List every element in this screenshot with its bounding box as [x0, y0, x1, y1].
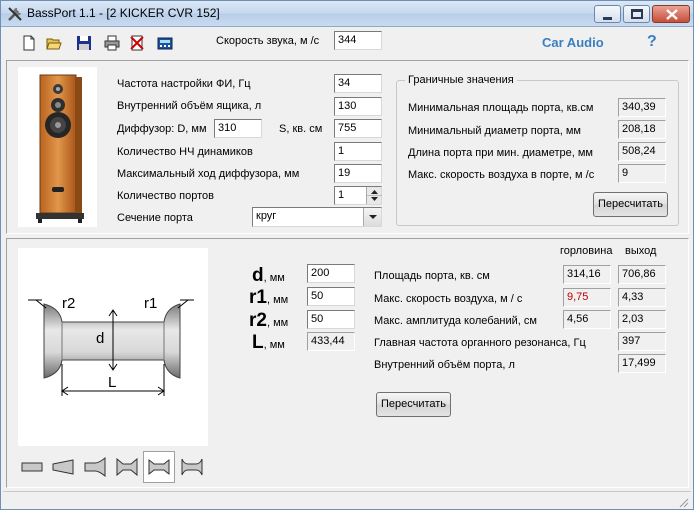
- diffuser-d-label: Диффузор: D, мм: [117, 123, 207, 135]
- box-volume-input[interactable]: 130: [334, 97, 382, 116]
- max-air-speed-value: 9: [618, 164, 666, 183]
- straight-port-icon[interactable]: [18, 454, 46, 480]
- resize-grip-icon[interactable]: [677, 496, 689, 508]
- l-symbol-text: L: [252, 332, 264, 353]
- resonance-label: Главная частота органного резонанса, Гц: [374, 337, 586, 349]
- port-section-dropdown-button[interactable]: [363, 208, 381, 226]
- port-volume-label: Внутренний объём порта, л: [374, 359, 515, 371]
- save-disk-icon[interactable]: [76, 35, 92, 51]
- r2-unit: , мм: [266, 317, 289, 329]
- minimize-button[interactable]: [594, 5, 621, 23]
- ports-count-value: 1: [338, 189, 345, 201]
- diagram-r2-label: r2: [62, 295, 75, 312]
- sound-speed-label: Скорость звука, м /с: [216, 35, 320, 47]
- air-speed-label: Макс. скорость воздуха, м / с: [374, 293, 523, 305]
- xmax-label: Максимальный ход диффузора, мм: [117, 168, 300, 180]
- speaker-image: [18, 67, 97, 227]
- min-diameter-label: Минимальный диаметр порта, мм: [408, 125, 581, 137]
- car-audio-brand: Car Audio: [542, 35, 604, 50]
- tools-app-icon: [8, 7, 22, 21]
- conical-port-icon[interactable]: [49, 454, 77, 480]
- drivers-count-input[interactable]: 1: [334, 142, 382, 161]
- r1-symbol-text: r1: [249, 287, 267, 308]
- status-bar: [3, 491, 691, 508]
- double-flare-port-icon[interactable]: [113, 454, 141, 480]
- column-throat-header: горловина: [560, 245, 613, 257]
- port-length-value: 508,24: [618, 142, 666, 161]
- port-area-label: Площадь порта, кв. см: [374, 270, 490, 282]
- close-icon: [666, 9, 678, 20]
- port-area-throat: 314,16: [563, 265, 611, 284]
- port-r1-input[interactable]: 50: [307, 287, 355, 306]
- help-button[interactable]: ?: [647, 33, 657, 51]
- drivers-count-label: Количество НЧ динамиков: [117, 146, 253, 158]
- new-file-icon[interactable]: [21, 35, 37, 51]
- d-symbol-text: d: [252, 265, 264, 286]
- open-folder-icon[interactable]: [46, 35, 62, 51]
- l-symbol: L, мм: [252, 332, 285, 354]
- ports-spinner-buttons[interactable]: [366, 187, 382, 204]
- close-button[interactable]: [652, 5, 690, 23]
- tuning-frequency-label: Частота настройки ФИ, Гц: [117, 78, 251, 90]
- spinner-arrows-icon: [367, 190, 382, 201]
- port-length-label: Длина порта при мин. диаметре, мм: [408, 147, 593, 159]
- d-unit: , мм: [263, 272, 285, 284]
- column-exit-header: выход: [625, 245, 657, 257]
- horn-port-icon[interactable]: [81, 454, 109, 480]
- diffuser-s-label: S, кв. см: [279, 123, 323, 135]
- air-speed-exit: 4,33: [618, 288, 666, 307]
- flared-round-port-icon[interactable]: [145, 454, 173, 480]
- limits-recalculate-button[interactable]: Пересчитать: [593, 192, 668, 217]
- min-diameter-value: 208,18: [618, 120, 666, 139]
- tuning-frequency-input[interactable]: 34: [334, 74, 382, 93]
- r1-unit: , мм: [266, 294, 289, 306]
- d-symbol: d, мм: [252, 265, 285, 287]
- air-speed-throat: 9,75: [563, 288, 611, 307]
- diagram-r1-label: r1: [144, 295, 157, 312]
- diagram-l-label: L: [108, 374, 116, 391]
- resonance-value: 397: [618, 332, 666, 351]
- limits-group-title: Граничные значения: [405, 74, 517, 86]
- port-profile-drawing: r2 r1 d L: [28, 295, 194, 396]
- title-bar: BassPort 1.1 - [2 KICKER CVR 152]: [1, 1, 693, 27]
- port-section-value: круг: [256, 210, 277, 222]
- amplitude-label: Макс. амплитуда колебаний, см: [374, 315, 537, 327]
- delete-icon[interactable]: [129, 35, 145, 51]
- minimize-icon: [603, 17, 612, 20]
- l-unit: , мм: [263, 339, 285, 351]
- port-area-exit: 706,86: [618, 265, 666, 284]
- calculator-icon[interactable]: [157, 35, 173, 51]
- amplitude-throat: 4,56: [563, 310, 611, 329]
- port-l-value: 433,44: [307, 332, 355, 351]
- r2-symbol-text: r2: [249, 310, 267, 331]
- port-section-label: Сечение порта: [117, 212, 193, 224]
- r1-symbol: r1, мм: [249, 287, 288, 309]
- flared-both-ends-port-icon[interactable]: [178, 454, 206, 480]
- app-window: BassPort 1.1 - [2 KICKER CVR 152] Скорос…: [0, 0, 694, 510]
- port-d-input[interactable]: 200: [307, 264, 355, 283]
- print-icon[interactable]: [104, 35, 120, 51]
- maximize-button[interactable]: [623, 5, 650, 23]
- diffuser-d-input[interactable]: 310: [214, 119, 262, 138]
- port-r2-input[interactable]: 50: [307, 310, 355, 329]
- maximize-icon: [631, 9, 643, 19]
- r2-symbol: r2, мм: [249, 310, 288, 332]
- diffuser-s-input[interactable]: 755: [334, 119, 382, 138]
- sound-speed-input[interactable]: 344: [334, 31, 382, 50]
- box-volume-label: Внутренний объём ящика, л: [117, 100, 262, 112]
- min-area-value: 340,39: [618, 98, 666, 117]
- port-recalculate-button[interactable]: Пересчитать: [376, 392, 451, 417]
- chevron-down-icon: [369, 215, 377, 219]
- diagram-d-label: d: [96, 330, 104, 347]
- min-area-label: Минимальная площадь порта, кв.см: [408, 102, 594, 114]
- speaker-cabinet-illustration: [36, 74, 84, 223]
- xmax-input[interactable]: 19: [334, 164, 382, 183]
- amplitude-exit: 2,03: [618, 310, 666, 329]
- port-diagram: r2 r1 d L: [18, 248, 208, 446]
- port-volume-value: 17,499: [618, 354, 666, 373]
- window-title: BassPort 1.1 - [2 KICKER CVR 152]: [27, 6, 220, 20]
- ports-count-label: Количество портов: [117, 190, 214, 202]
- max-air-speed-label: Макс. скорость воздуха в порте, м /с: [408, 169, 595, 181]
